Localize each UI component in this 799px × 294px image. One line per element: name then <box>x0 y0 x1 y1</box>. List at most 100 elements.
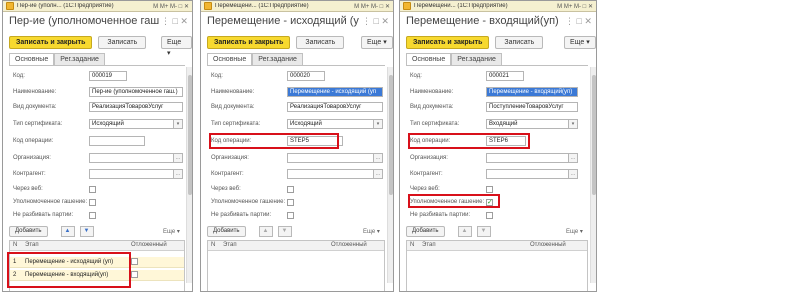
name-field[interactable]: Перемещение - входящий(уп) <box>486 87 578 97</box>
no-split-checkbox[interactable] <box>89 211 96 219</box>
code-field[interactable]: 000020 <box>287 71 325 81</box>
via-web-checkbox[interactable] <box>287 185 294 193</box>
more-button[interactable]: Еще ▾ <box>564 36 596 49</box>
add-row-button[interactable]: Добавить <box>406 226 445 237</box>
save-and-close-button[interactable]: Записать и закрыть <box>9 36 93 49</box>
doc-type-field[interactable]: ПоступлениеТоваровУслуг <box>486 102 578 112</box>
move-up-icon[interactable]: ▲ <box>258 226 273 237</box>
scrollbar-thumb[interactable] <box>389 75 393 195</box>
tab-reg-task[interactable]: Рег.задание <box>252 53 303 65</box>
save-button[interactable]: Записать <box>98 36 147 49</box>
row-org: Организация: ... <box>13 153 183 163</box>
save-and-close-button[interactable]: Записать и закрыть <box>406 36 490 49</box>
document-controls[interactable]: ⋮ □ ✕ <box>565 16 592 27</box>
row-name: Наименование: Перемещение - исходящий (у… <box>211 87 383 97</box>
code-field[interactable]: 000019 <box>89 71 127 81</box>
scrollbar[interactable] <box>387 67 393 283</box>
more-button[interactable]: Еще ▾ <box>361 36 393 49</box>
move-up-icon[interactable]: ▲ <box>457 226 472 237</box>
org-field[interactable] <box>486 153 569 163</box>
chevron-down-icon[interactable]: ▾ <box>174 119 183 129</box>
via-web-checkbox[interactable] <box>89 185 96 193</box>
save-and-close-button[interactable]: Записать и закрыть <box>207 36 291 49</box>
deferred-checkbox[interactable] <box>131 271 138 278</box>
save-button[interactable]: Записать <box>296 36 345 49</box>
tab-main[interactable]: Основные <box>9 53 55 65</box>
row-counterparty: Контрагент: ... <box>410 169 578 179</box>
row-op-code: Код операции: <box>13 136 145 146</box>
counterparty-field[interactable] <box>486 169 569 179</box>
window-2: Перемещени... (1С:Предприятие) M M+ M- □… <box>200 0 394 292</box>
ellipsis-icon[interactable]: ... <box>174 169 183 179</box>
code-label: Код: <box>211 73 223 79</box>
no-split-checkbox[interactable] <box>486 211 493 219</box>
ellipsis-icon[interactable]: ... <box>569 169 578 179</box>
no-split-label: Не разбивать партии: <box>410 212 471 218</box>
tab-main[interactable]: Основные <box>207 53 253 65</box>
chevron-down-icon[interactable]: ▾ <box>374 119 383 129</box>
table-more-button[interactable]: Еще ▾ <box>163 228 180 235</box>
ellipsis-icon[interactable]: ... <box>374 169 383 179</box>
org-field[interactable] <box>287 153 374 163</box>
more-button[interactable]: Еще ▾ <box>161 36 192 57</box>
chevron-down-icon[interactable]: ▾ <box>569 119 578 129</box>
table-more-button[interactable]: Еще ▾ <box>363 228 380 235</box>
name-field[interactable]: Перемещение - исходящий (уп <box>287 87 383 97</box>
cert-type-select[interactable]: Входящий <box>486 119 569 129</box>
code-field[interactable]: 000021 <box>486 71 524 81</box>
org-label: Организация: <box>211 155 249 161</box>
row-auth-cancel: Уполномоченное гашение: <box>13 197 96 207</box>
titlebar-buttons[interactable]: M M+ M- □ ✕ <box>153 3 189 10</box>
tab-divider <box>207 65 385 66</box>
tab-divider <box>406 65 588 66</box>
row-org: Организация: ... <box>410 153 578 163</box>
table-header: N Этап Отложенный <box>208 241 384 251</box>
ellipsis-icon[interactable]: ... <box>174 153 183 163</box>
org-field[interactable] <box>89 153 174 163</box>
ellipsis-icon[interactable]: ... <box>374 153 383 163</box>
move-down-icon[interactable]: ▼ <box>79 226 94 237</box>
titlebar-buttons[interactable]: M M+ M- □ ✕ <box>557 3 593 10</box>
window-title: Пер-ие (уполн... (1С:Предприятие) <box>17 3 114 9</box>
form-toolbar: Записать и закрыть Записать <box>207 36 345 49</box>
row-counterparty: Контрагент: ... <box>211 169 383 179</box>
cert-type-select[interactable]: Исходящий <box>89 119 174 129</box>
counterparty-field[interactable] <box>287 169 374 179</box>
ellipsis-icon[interactable]: ... <box>569 153 578 163</box>
counterparty-label: Контрагент: <box>211 171 244 177</box>
name-field[interactable]: Пер-ие (уполномоченное гаш.) <box>89 87 183 97</box>
deferred-checkbox[interactable] <box>131 258 138 265</box>
scrollbar[interactable] <box>186 67 192 283</box>
document-controls[interactable]: ⋮ □ ✕ <box>161 16 188 27</box>
move-down-icon[interactable]: ▼ <box>476 226 491 237</box>
op-code-field[interactable] <box>89 136 145 146</box>
via-web-checkbox[interactable] <box>486 185 493 193</box>
doc-type-field[interactable]: РеализацияТоваровУслуг <box>287 102 383 112</box>
window-title: Перемещени... (1С:Предприятие) <box>215 3 309 9</box>
tab-main[interactable]: Основные <box>406 53 452 65</box>
tab-reg-task[interactable]: Рег.задание <box>451 53 502 65</box>
form-toolbar: Записать и закрыть Записать <box>9 36 147 49</box>
scrollbar-thumb[interactable] <box>592 75 596 195</box>
window-titlebar: Пер-ие (уполн... (1С:Предприятие) M M+ M… <box>3 1 192 12</box>
save-button[interactable]: Записать <box>495 36 544 49</box>
add-row-button[interactable]: Добавить <box>207 226 246 237</box>
auth-cancel-checkbox[interactable] <box>89 198 96 206</box>
table-toolbar: Добавить ▲ ▼ <box>9 226 94 237</box>
cert-type-select[interactable]: Исходящий <box>287 119 374 129</box>
move-up-icon[interactable]: ▲ <box>60 226 75 237</box>
doc-type-field[interactable]: РеализацияТоваровУслуг <box>89 102 183 112</box>
org-label: Организация: <box>410 155 448 161</box>
scrollbar[interactable] <box>590 67 596 283</box>
table-more-button[interactable]: Еще ▾ <box>566 228 583 235</box>
move-down-icon[interactable]: ▼ <box>277 226 292 237</box>
tab-reg-task[interactable]: Рег.задание <box>54 53 105 65</box>
name-label: Наименование: <box>410 89 454 95</box>
add-row-button[interactable]: Добавить <box>9 226 48 237</box>
auth-cancel-checkbox[interactable] <box>287 198 294 206</box>
titlebar-buttons[interactable]: M M+ M- □ ✕ <box>354 3 390 10</box>
scrollbar-thumb[interactable] <box>188 75 192 195</box>
document-controls[interactable]: ⋮ □ ✕ <box>362 16 389 27</box>
no-split-checkbox[interactable] <box>287 211 294 219</box>
counterparty-field[interactable] <box>89 169 174 179</box>
